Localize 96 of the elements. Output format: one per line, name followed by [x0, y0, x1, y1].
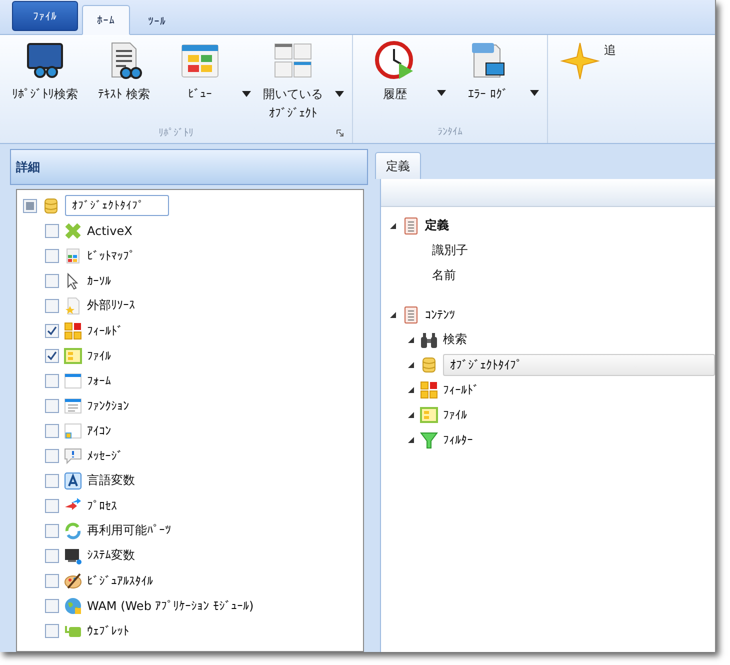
tree-item[interactable]: WAM (Web ｱﾌﾟﾘｹｰｼｮﾝ ﾓｼﾞｭｰﾙ): [87, 598, 254, 612]
tree-item[interactable]: ｺﾝﾃﾝﾂ: [425, 308, 455, 322]
grid-icon: [64, 346, 82, 364]
checkbox[interactable]: [45, 524, 59, 538]
checkbox[interactable]: [45, 424, 59, 438]
dropdown-caret-icon[interactable]: [242, 91, 251, 98]
funnel-icon: [420, 430, 438, 448]
list-window-icon: [64, 396, 82, 414]
expand-arrow-icon[interactable]: [407, 410, 415, 418]
panel-header: 詳細: [10, 149, 368, 185]
tree-item[interactable]: ﾌｨｰﾙﾄﾞ: [87, 324, 123, 338]
selected-tree-item[interactable]: ｵﾌﾞｼﾞｪｸﾄﾀｲﾌﾟ: [443, 354, 715, 376]
checkbox[interactable]: [45, 398, 59, 412]
dropdown-caret-icon[interactable]: [437, 90, 446, 96]
speech-bubble-icon: [64, 446, 82, 464]
monitor-icon: [64, 546, 82, 564]
dropdown-caret-icon[interactable]: [530, 90, 539, 96]
tree-item[interactable]: 再利用可能ﾊﾟｰﾂ: [87, 522, 171, 539]
tree-item[interactable]: ﾌｧｲﾙ: [443, 408, 467, 422]
document-icon: [402, 306, 420, 324]
checkbox[interactable]: [45, 298, 59, 312]
tree-item[interactable]: ﾋﾞｼﾞｭｱﾙｽﾀｲﾙ: [87, 574, 153, 588]
tree-item[interactable]: ｼｽﾃﾑ変数: [87, 547, 135, 564]
checkbox[interactable]: [45, 548, 59, 562]
blocks-icon: [64, 322, 82, 340]
tree-item[interactable]: 定義: [425, 217, 449, 234]
tree-item[interactable]: ﾋﾞｯﾄﾏｯﾌﾟ: [87, 248, 135, 262]
ribbon-button[interactable]: ｴﾗｰ ﾛｸﾞ: [454, 41, 522, 121]
checkbox[interactable]: [45, 474, 59, 488]
checkbox[interactable]: [45, 598, 59, 612]
image-window-icon: [64, 422, 82, 440]
checkbox[interactable]: [45, 274, 59, 288]
ribbon-button[interactable]: 追: [556, 41, 624, 121]
tree-item[interactable]: ActiveX: [87, 224, 132, 238]
checkbox[interactable]: [45, 448, 59, 462]
window-icon: [64, 372, 82, 390]
ribbon-tab[interactable]: ﾂｰﾙ: [134, 7, 180, 35]
tree-item[interactable]: ﾌｧｲﾙ: [87, 348, 111, 362]
ribbon-button[interactable]: 履歴: [361, 41, 429, 121]
expand-arrow-icon[interactable]: [407, 336, 415, 344]
ribbon-tab[interactable]: ﾎｰﾑ: [82, 5, 130, 35]
document-star-icon: [64, 296, 82, 314]
checkbox[interactable]: [45, 574, 59, 588]
tree-item[interactable]: 識別子: [432, 242, 468, 259]
grid-icon: [420, 406, 438, 424]
ribbon-button[interactable]: 開いている ｵﾌﾞｼﾞｪｸﾄ: [259, 41, 327, 124]
clock-play-icon: [375, 41, 415, 81]
document-icon: [402, 216, 420, 234]
expand-arrow-icon[interactable]: [407, 436, 415, 444]
tree-item[interactable]: ﾌｫｰﾑ: [87, 374, 111, 388]
checkbox[interactable]: [45, 498, 59, 512]
checkbox[interactable]: [45, 248, 59, 262]
expand-arrow-icon[interactable]: [389, 222, 397, 230]
tree-item[interactable]: 名前: [432, 267, 456, 284]
tree-item[interactable]: ﾌｨﾙﾀｰ: [443, 432, 473, 446]
cylinder-icon: [420, 356, 438, 374]
letter-tile-icon: [64, 472, 82, 490]
expand-arrow-icon[interactable]: [407, 360, 415, 368]
panel-tab[interactable]: 定義: [375, 152, 421, 179]
blocks-icon: [420, 380, 438, 398]
checkbox[interactable]: [45, 324, 59, 338]
sparkle-icon: [560, 41, 600, 81]
globe-icon: [64, 596, 82, 614]
tree-item[interactable]: ｳｪﾌﾞﾚｯﾄ: [87, 624, 129, 638]
tree-item[interactable]: ｶｰｿﾙ: [87, 274, 111, 288]
ribbon-button[interactable]: ﾃｷｽﾄ 検索: [90, 41, 158, 124]
checkbox[interactable]: [45, 624, 59, 638]
tree-item[interactable]: ﾌﾟﾛｾｽ: [87, 498, 117, 512]
tree-item[interactable]: ﾌｧﾝｸｼｮﾝ: [87, 398, 129, 412]
binoculars-icon: [420, 330, 438, 348]
expand-arrow-icon[interactable]: [389, 310, 397, 318]
monitor-binoculars-icon: [25, 41, 65, 81]
x-shape-icon: [64, 222, 82, 240]
group-label: ﾗﾝﾀｲﾑ: [438, 126, 462, 138]
color-blocks-icon: [64, 246, 82, 264]
checkbox[interactable]: [45, 224, 59, 238]
tree-item[interactable]: 外部ﾘｿｰｽ: [87, 297, 135, 314]
recycle-icon: [64, 522, 82, 540]
tree-item[interactable]: ｱｲｺﾝ: [87, 424, 111, 438]
ribbon-button[interactable]: ﾘﾎﾟｼﾞﾄﾘ検索: [8, 41, 82, 124]
group-label: ﾘﾎﾟｼﾞﾄﾘ: [158, 127, 194, 140]
ribbon-button[interactable]: ﾋﾞｭｰ: [166, 41, 234, 124]
palette-icon: [64, 572, 82, 590]
checkbox[interactable]: [23, 198, 37, 212]
dropdown-caret-icon[interactable]: [335, 91, 344, 98]
cylinder-icon: [42, 196, 60, 214]
expand-arrow-icon[interactable]: [407, 386, 415, 394]
file-menu-button[interactable]: ﾌｧｲﾙ: [12, 1, 78, 31]
checkbox[interactable]: [45, 374, 59, 388]
tree-item[interactable]: ﾌｨｰﾙﾄﾞ: [443, 382, 479, 396]
checkbox[interactable]: [45, 348, 59, 362]
dialog-launcher-icon[interactable]: [336, 129, 344, 138]
tree-item[interactable]: 検索: [443, 331, 467, 348]
tree-item[interactable]: 言語変数: [87, 472, 135, 489]
name-field[interactable]: ｵﾌﾞｼﾞｪｸﾄﾀｲﾌﾟ: [65, 195, 169, 216]
tree-item[interactable]: ﾒｯｾｰｼﾞ: [87, 448, 123, 462]
